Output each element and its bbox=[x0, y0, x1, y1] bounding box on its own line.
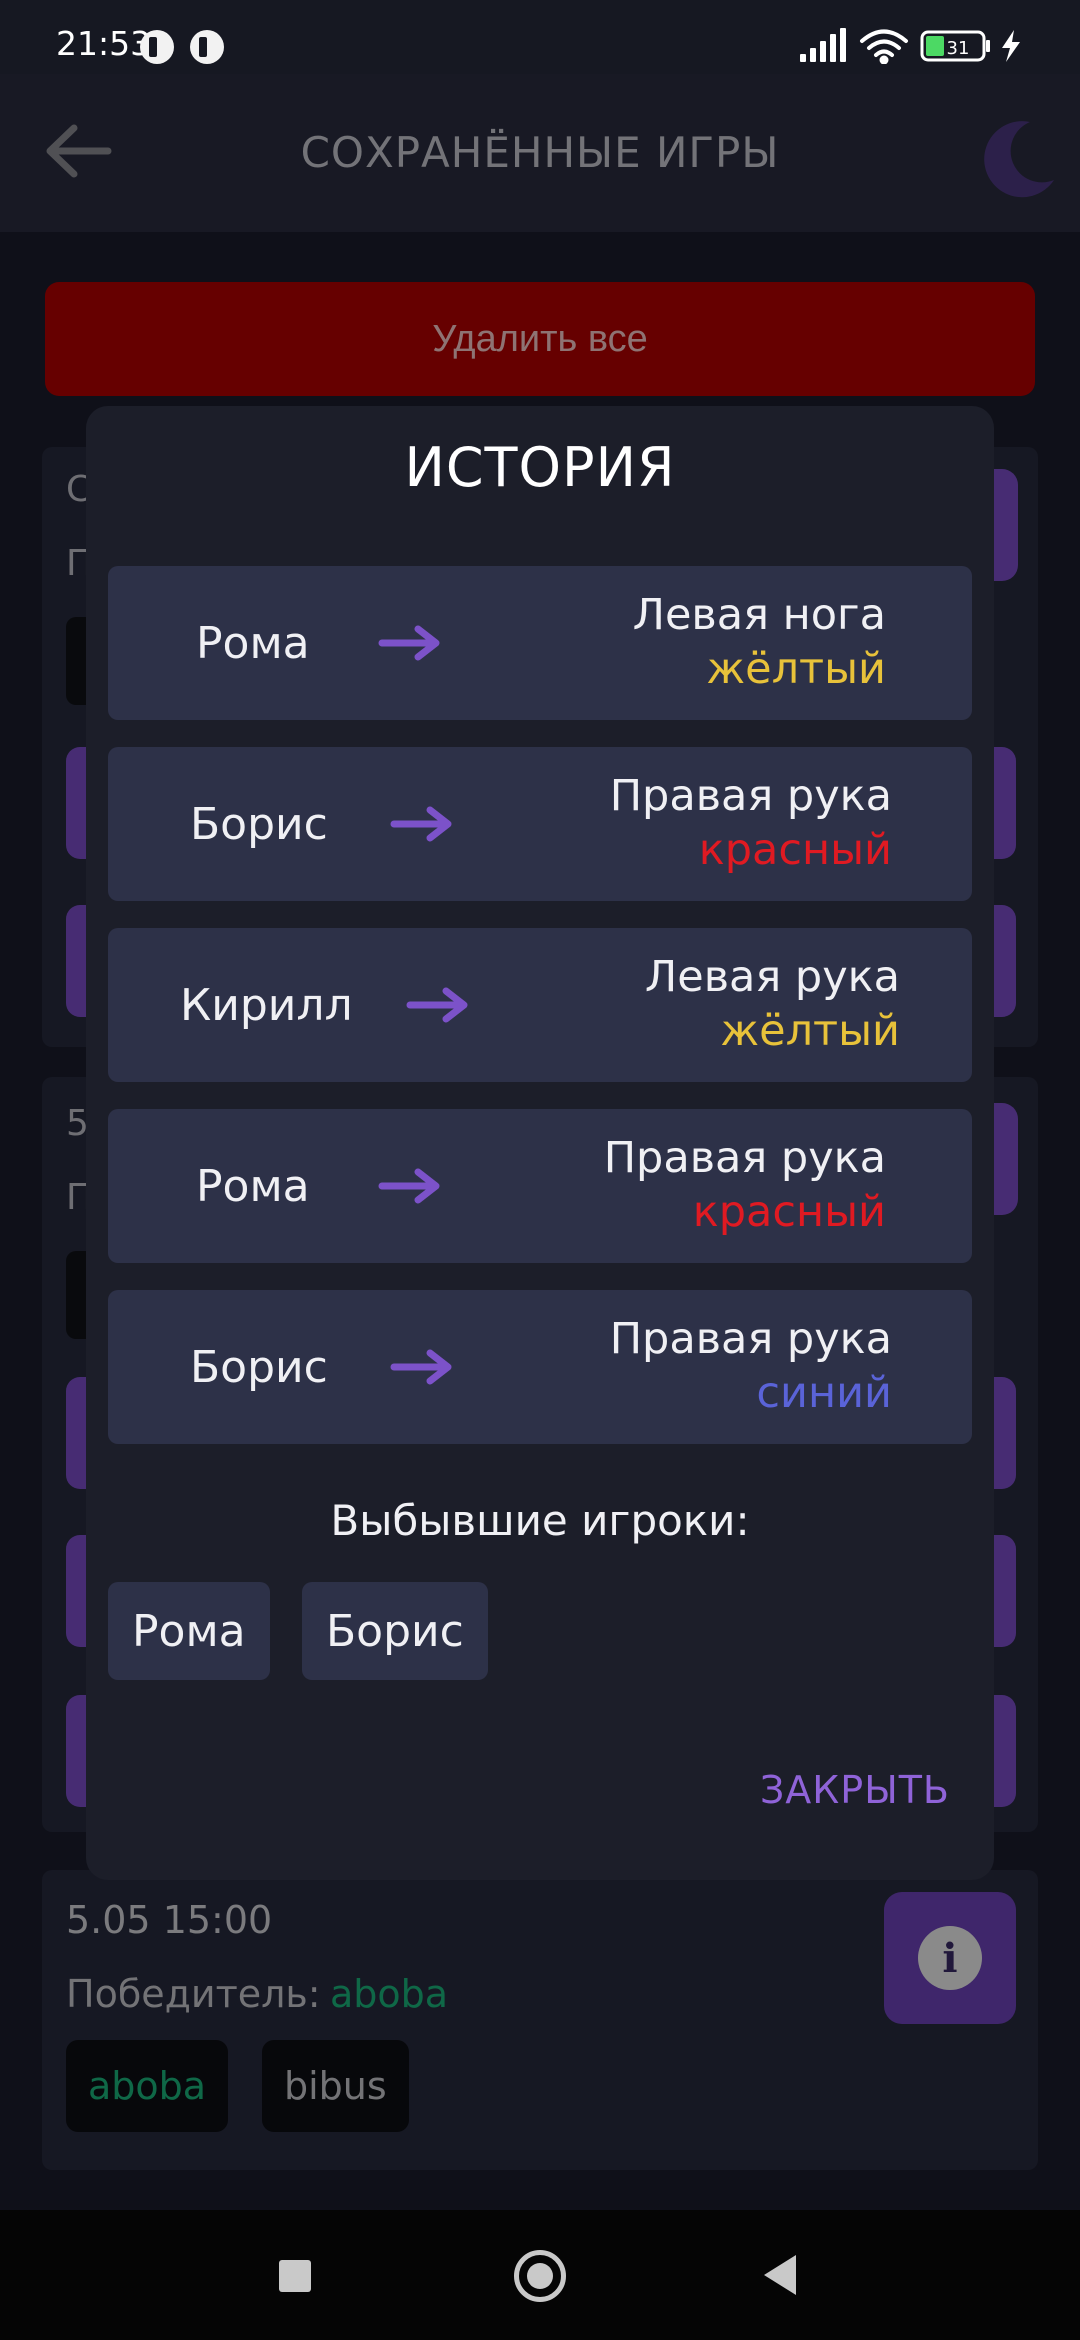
history-limb: Левая нога bbox=[632, 590, 886, 640]
history-limb: Левая рука bbox=[644, 952, 900, 1002]
history-limb: Правая рука bbox=[603, 1133, 886, 1183]
history-player: Борис bbox=[190, 798, 328, 850]
signal-icon bbox=[800, 28, 846, 62]
history-player: Кирилл bbox=[180, 979, 353, 1031]
history-row: Рома Левая нога жёлтый bbox=[108, 566, 972, 720]
history-limb: Правая рука bbox=[609, 1314, 892, 1364]
notification-app-icon bbox=[190, 30, 224, 64]
arrow-right-icon bbox=[390, 806, 452, 842]
history-dialog: ИСТОРИЯ Рома Левая нога жёлтый Борис Пра… bbox=[86, 406, 994, 1880]
status-icons: 31 bbox=[800, 28, 1020, 64]
history-color: жёлтый bbox=[706, 644, 886, 694]
home-icon[interactable] bbox=[514, 2250, 566, 2302]
history-limb: Правая рука bbox=[609, 771, 892, 821]
arrow-right-icon bbox=[406, 987, 468, 1023]
history-row: Борис Правая рука синий bbox=[108, 1290, 972, 1444]
history-color: красный bbox=[692, 1187, 886, 1237]
notification-app-icon bbox=[140, 30, 174, 64]
close-button[interactable]: ЗАКРЫТЬ bbox=[760, 1768, 950, 1812]
arrow-right-icon bbox=[378, 625, 440, 661]
history-color: синий bbox=[756, 1368, 892, 1418]
system-nav-bar bbox=[0, 2210, 1080, 2340]
arrow-right-icon bbox=[390, 1349, 452, 1385]
history-player: Рома bbox=[196, 617, 310, 669]
eliminated-player-chip: Рома bbox=[108, 1582, 270, 1680]
history-player: Борис bbox=[190, 1341, 328, 1393]
back-triangle-icon[interactable] bbox=[764, 2255, 796, 2295]
history-color: жёлтый bbox=[720, 1006, 900, 1056]
history-row: Борис Правая рука красный bbox=[108, 747, 972, 901]
recents-icon[interactable] bbox=[279, 2260, 311, 2292]
history-row: Рома Правая рука красный bbox=[108, 1109, 972, 1263]
charging-icon bbox=[1002, 30, 1020, 62]
dialog-title: ИСТОРИЯ bbox=[404, 436, 676, 499]
eliminated-player-chip: Борис bbox=[302, 1582, 488, 1680]
wifi-icon bbox=[860, 29, 908, 64]
history-player: Рома bbox=[196, 1160, 310, 1212]
status-bar: 21:53 31 bbox=[0, 0, 1080, 74]
history-row: Кирилл Левая рука жёлтый bbox=[108, 928, 972, 1082]
arrow-right-icon bbox=[378, 1168, 440, 1204]
svg-text:31: 31 bbox=[947, 38, 970, 59]
eliminated-label: Выбывшие игроки: bbox=[330, 1496, 750, 1545]
status-time: 21:53 bbox=[56, 24, 152, 63]
history-color: красный bbox=[698, 825, 892, 875]
battery-icon: 31 bbox=[920, 30, 990, 62]
